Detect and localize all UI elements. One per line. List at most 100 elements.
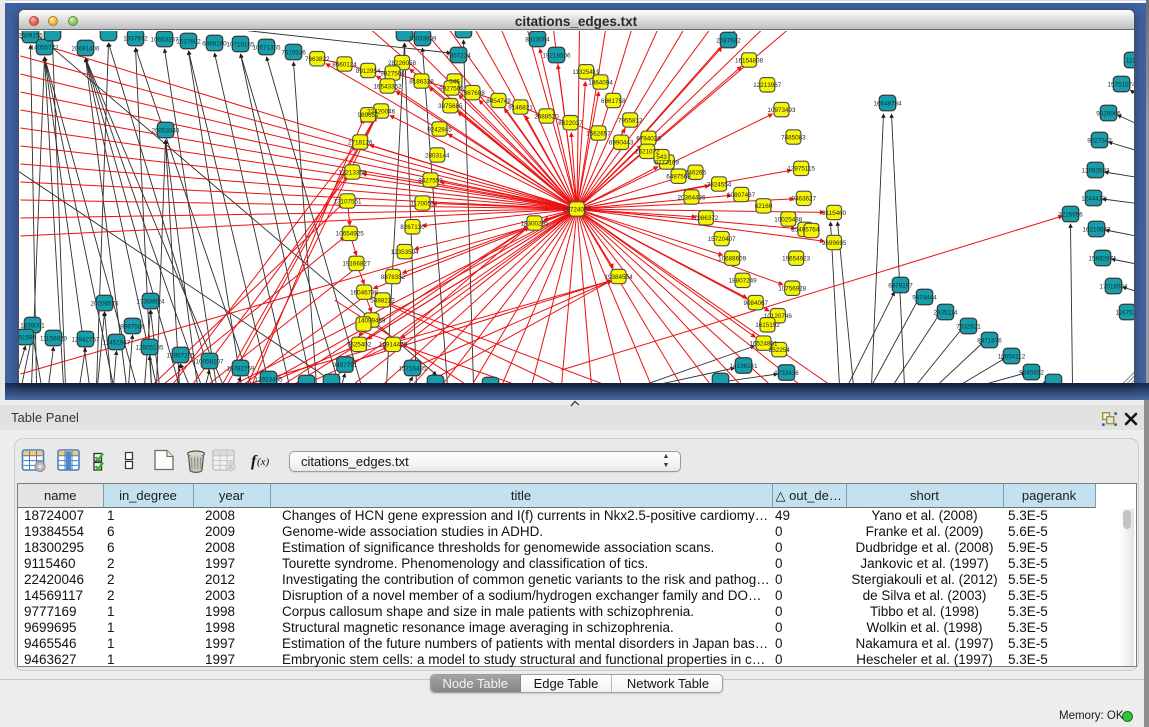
svg-text:8471676: 8471676 [977, 337, 1002, 344]
svg-text:(x): (x) [257, 456, 270, 468]
svg-text:16782759: 16782759 [226, 365, 255, 372]
svg-text:10025438: 10025438 [774, 216, 803, 223]
svg-text:7663822: 7663822 [304, 56, 329, 63]
svg-text:10671355: 10671355 [252, 44, 281, 51]
svg-text:1527602: 1527602 [176, 38, 201, 45]
svg-text:7857224: 7857224 [446, 52, 471, 59]
svg-text:12093583: 12093583 [1081, 167, 1110, 174]
svg-text:10688609: 10688609 [718, 255, 747, 262]
svg-text:12975115: 12975115 [787, 165, 815, 172]
svg-text:15692971: 15692971 [1088, 255, 1117, 262]
svg-text:10958107: 10958107 [195, 358, 224, 365]
svg-text:1733426: 1733426 [774, 369, 799, 376]
svg-text:1839001: 1839001 [20, 322, 45, 329]
svg-text:7515526: 7515526 [281, 49, 306, 56]
svg-text:7986372: 7986372 [693, 215, 718, 222]
svg-text:10973493: 10973493 [767, 106, 796, 113]
svg-text:12213369: 12213369 [338, 169, 367, 176]
svg-text:17359924: 17359924 [136, 298, 165, 305]
svg-text:9699695: 9699695 [821, 239, 846, 246]
svg-text:16154808: 16154808 [734, 57, 763, 64]
svg-text:7625402: 7625402 [346, 341, 371, 348]
svg-text:11451947: 11451947 [102, 339, 130, 346]
svg-text:1244413: 1244413 [1081, 195, 1106, 202]
svg-text:16033809: 16033809 [408, 35, 437, 42]
svg-text:18724007: 18724007 [562, 206, 591, 213]
svg-text:20053346: 20053346 [151, 127, 180, 134]
svg-text:5498222: 5498222 [370, 297, 395, 304]
svg-text:16914479: 16914479 [378, 341, 407, 348]
svg-text:8660124: 8660124 [332, 61, 357, 68]
svg-text:14099489: 14099489 [357, 317, 386, 324]
svg-text:8878352: 8878352 [380, 273, 405, 280]
svg-text:14055712: 14055712 [30, 44, 59, 51]
svg-text:391590: 391590 [19, 334, 37, 341]
svg-text:7632621: 7632621 [956, 323, 981, 330]
svg-text:10807467: 10807467 [727, 191, 756, 198]
svg-text:8813054: 8813054 [525, 36, 550, 43]
svg-text:1167533: 1167533 [1115, 309, 1134, 316]
svg-text:9474444: 9474444 [912, 294, 937, 301]
svg-text:17957225: 17957225 [166, 352, 195, 359]
svg-text:9115460: 9115460 [822, 209, 847, 216]
svg-text:1562657: 1562657 [586, 130, 611, 137]
svg-text:10654925: 10654925 [335, 230, 364, 237]
svg-text:6961758: 6961758 [600, 97, 625, 104]
svg-text:19654923: 19654923 [782, 255, 811, 262]
svg-text:2609155: 2609155 [19, 32, 43, 39]
svg-text:6879197: 6879197 [888, 282, 913, 289]
svg-text:15716485: 15716485 [398, 365, 427, 372]
svg-text:19384554: 19384554 [604, 273, 633, 280]
svg-text:17016504: 17016504 [1099, 283, 1128, 290]
svg-text:9997586: 9997586 [120, 323, 145, 330]
svg-text:13107551: 13107551 [333, 198, 362, 205]
svg-text:1170055: 1170055 [410, 200, 435, 207]
svg-text:15495764: 15495764 [791, 226, 820, 233]
svg-text:1937972: 1937972 [123, 35, 148, 42]
svg-text:19166827: 19166827 [342, 260, 371, 267]
svg-text:16046798: 16046798 [350, 289, 379, 296]
svg-text:16648784: 16648784 [873, 100, 902, 107]
svg-text:6794028: 6794028 [636, 135, 661, 142]
svg-text:8427552: 8427552 [418, 177, 443, 184]
svg-text:15751074: 15751074 [1107, 81, 1134, 88]
svg-text:9084067: 9084067 [743, 299, 768, 306]
svg-text:6990443: 6990443 [608, 139, 633, 146]
svg-text:18300295: 18300295 [520, 220, 549, 227]
svg-text:9463627: 9463627 [791, 195, 816, 202]
svg-text:12353594: 12353594 [390, 248, 419, 255]
svg-text:15720407: 15720407 [707, 235, 736, 242]
svg-text:1864094: 1864094 [588, 79, 613, 86]
svg-text:10756928: 10756928 [778, 285, 807, 292]
svg-text:8822037: 8822037 [558, 120, 583, 127]
svg-text:16543362: 16543362 [373, 83, 402, 90]
svg-text:3875685: 3875685 [438, 103, 463, 110]
svg-text:10120746: 10120746 [763, 313, 792, 320]
svg-text:3824554: 3824554 [706, 181, 731, 188]
svg-text:9245652: 9245652 [1019, 369, 1044, 376]
svg-text:1615192: 1615192 [755, 322, 780, 329]
svg-text:543: 543 [656, 153, 667, 160]
svg-text:6497568: 6497568 [666, 173, 691, 180]
svg-text:20691406: 20691406 [71, 45, 100, 52]
svg-text:252254: 252254 [768, 346, 790, 353]
svg-text:8186328: 8186328 [409, 78, 434, 85]
svg-text:9242845: 9242845 [427, 126, 452, 133]
svg-text:2935114: 2935114 [933, 309, 958, 316]
svg-text:10653267: 10653267 [150, 36, 179, 43]
svg-text:9146821: 9146821 [508, 104, 533, 111]
svg-text:8267130: 8267130 [400, 224, 425, 231]
svg-text:7485083: 7485083 [781, 134, 806, 141]
svg-text:12213967: 12213967 [753, 82, 782, 89]
svg-text:2588520: 2588520 [534, 113, 559, 120]
svg-text:2087682: 2087682 [716, 37, 741, 44]
svg-text:12923465: 12923465 [254, 376, 283, 383]
svg-text:12505135: 12505135 [135, 344, 164, 351]
svg-text:19218506: 19218506 [542, 52, 571, 59]
svg-text:11325419: 11325419 [572, 69, 600, 76]
svg-text:28226058: 28226058 [387, 59, 416, 66]
svg-text:6466160: 6466160 [202, 40, 227, 47]
svg-text:9329966: 9329966 [1096, 110, 1121, 117]
svg-text:2367608: 2367608 [460, 89, 485, 96]
svg-text:20364436: 20364436 [677, 194, 706, 201]
